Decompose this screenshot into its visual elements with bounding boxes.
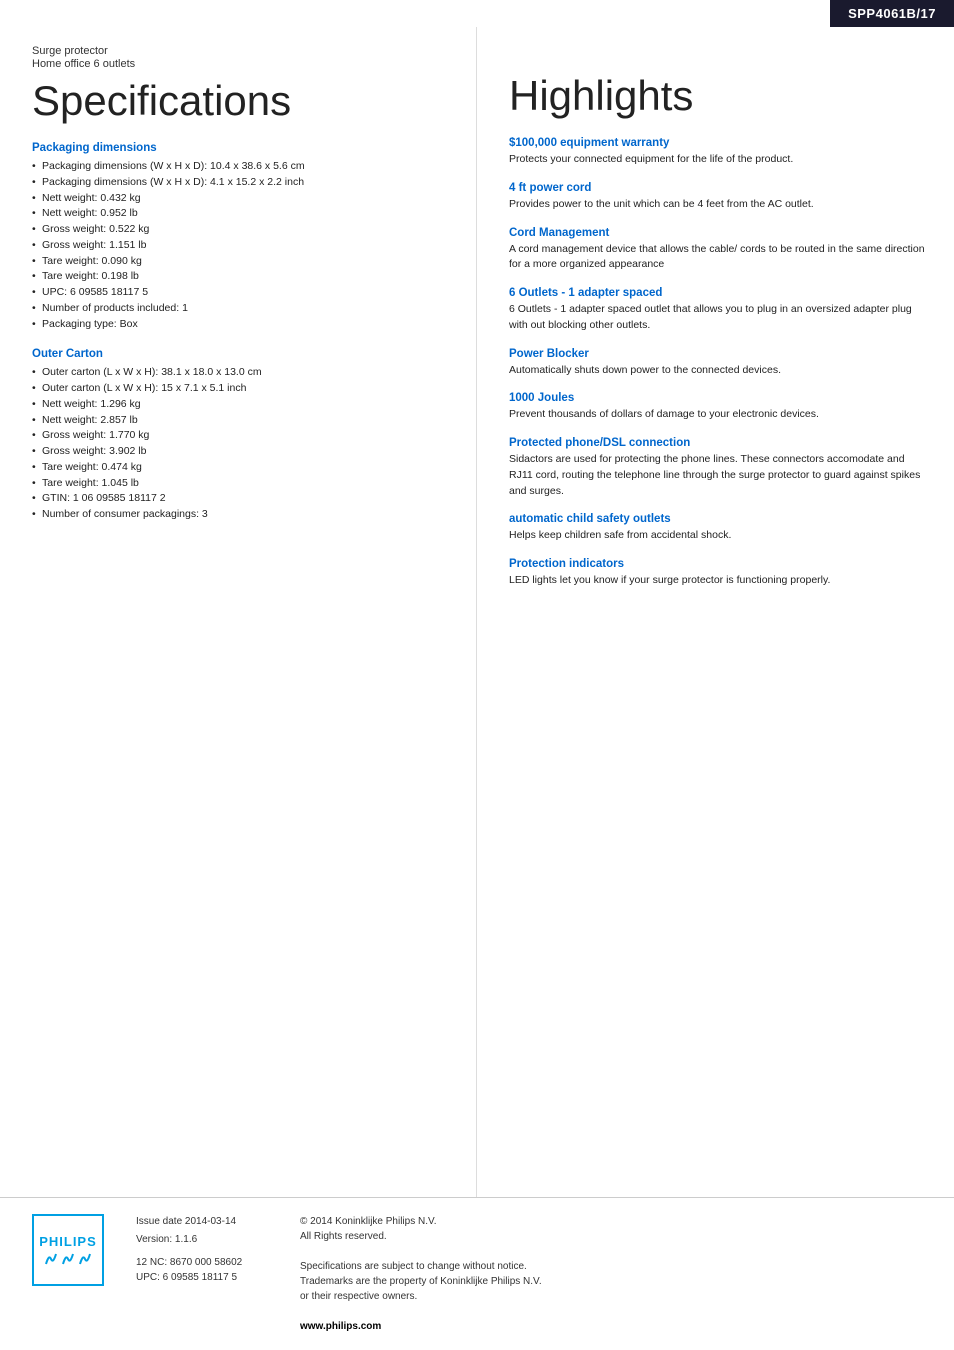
- spec-section-title-packaging: Packaging dimensions: [32, 142, 452, 154]
- right-column: Highlights $100,000 equipment warranty Pr…: [477, 27, 954, 1197]
- header-bar: SPP4061B/17: [0, 0, 954, 27]
- highlight-title: automatic child safety outlets: [509, 513, 930, 525]
- spec-section-packaging: Packaging dimensions Packaging dimension…: [32, 142, 452, 332]
- footer-meta: Issue date 2014-03-14 Version: 1.1.6 12 …: [136, 1214, 276, 1285]
- product-category: Surge protector: [32, 45, 452, 57]
- upc-value: UPC: 6 09585 18117 5: [136, 1270, 276, 1285]
- list-item: Tare weight: 0.474 kg: [32, 460, 452, 476]
- highlight-item: Power Blocker Automatically shuts down po…: [509, 348, 930, 379]
- footer-legal3: or their respective owners.: [300, 1289, 542, 1304]
- list-item: Nett weight: 0.952 lb: [32, 206, 452, 222]
- highlight-item: automatic child safety outlets Helps keep…: [509, 513, 930, 544]
- highlight-item: 6 Outlets - 1 adapter spaced 6 Outlets - …: [509, 287, 930, 334]
- list-item: Gross weight: 0.522 kg: [32, 222, 452, 238]
- highlight-item: $100,000 equipment warranty Protects your…: [509, 137, 930, 168]
- highlight-title: Cord Management: [509, 227, 930, 239]
- page: SPP4061B/17 Surge protector Home office …: [0, 0, 954, 1350]
- footer-legal2: Trademarks are the property of Koninklij…: [300, 1274, 542, 1289]
- footer-copyright: © 2014 Koninklijke Philips N.V.: [300, 1214, 542, 1229]
- philips-logo: PHILIPS: [32, 1214, 112, 1286]
- highlight-item: Protection indicators LED lights let you …: [509, 558, 930, 589]
- highlight-desc: 6 Outlets - 1 adapter spaced outlet that…: [509, 302, 930, 334]
- logo-waves: [44, 1252, 92, 1266]
- list-item: Gross weight: 3.902 lb: [32, 444, 452, 460]
- highlight-desc: Prevent thousands of dollars of damage t…: [509, 407, 930, 423]
- logo-box: PHILIPS: [32, 1214, 104, 1286]
- footer-rights: All Rights reserved.: [300, 1229, 542, 1244]
- highlight-desc: Sidactors are used for protecting the ph…: [509, 452, 930, 499]
- highlights-title: Highlights: [509, 73, 930, 119]
- spec-list-packaging: Packaging dimensions (W x H x D): 10.4 x…: [32, 159, 452, 332]
- footer-issue-date: Issue date 2014-03-14: [136, 1214, 276, 1229]
- highlight-title: Protection indicators: [509, 558, 930, 570]
- list-item: Tare weight: 0.198 lb: [32, 269, 452, 285]
- main-content: Surge protector Home office 6 outlets Sp…: [0, 27, 954, 1197]
- list-item: Nett weight: 0.432 kg: [32, 191, 452, 207]
- spec-section-outer-carton: Outer Carton Outer carton (L x W x H): 3…: [32, 348, 452, 523]
- version-label: Version:: [136, 1234, 175, 1245]
- list-item: Gross weight: 1.770 kg: [32, 428, 452, 444]
- nc-value: 12 NC: 8670 000 58602: [136, 1255, 276, 1270]
- highlight-desc: Helps keep children safe from accidental…: [509, 528, 930, 544]
- highlight-title: $100,000 equipment warranty: [509, 137, 930, 149]
- issue-date-value: 2014-03-14: [185, 1216, 236, 1227]
- footer-version: Version: 1.1.6: [136, 1232, 276, 1247]
- list-item: Nett weight: 2.857 lb: [32, 413, 452, 429]
- highlight-desc: Automatically shuts down power to the co…: [509, 363, 930, 379]
- version-value: 1.1.6: [175, 1234, 197, 1245]
- highlight-title: 6 Outlets - 1 adapter spaced: [509, 287, 930, 299]
- highlights-list: $100,000 equipment warranty Protects your…: [509, 137, 930, 589]
- highlight-item: 1000 Joules Prevent thousands of dollars …: [509, 392, 930, 423]
- list-item: Tare weight: 1.045 lb: [32, 476, 452, 492]
- logo-text: PHILIPS: [39, 1234, 97, 1250]
- footer-website: www.philips.com: [300, 1319, 542, 1334]
- list-item: Number of consumer packagings: 3: [32, 507, 452, 523]
- list-item: UPC: 6 09585 18117 5: [32, 285, 452, 301]
- highlight-title: Protected phone/DSL connection: [509, 437, 930, 449]
- logo-wave-1: [44, 1252, 58, 1266]
- issue-date-label: Issue date: [136, 1216, 185, 1227]
- highlight-desc: A cord management device that allows the…: [509, 242, 930, 274]
- footer-legal: © 2014 Koninklijke Philips N.V. All Righ…: [300, 1214, 542, 1334]
- left-column: Surge protector Home office 6 outlets Sp…: [0, 27, 477, 1197]
- list-item: Tare weight: 0.090 kg: [32, 254, 452, 270]
- specs-title: Specifications: [32, 78, 452, 124]
- list-item: Gross weight: 1.151 lb: [32, 238, 452, 254]
- footer-nc: 12 NC: 8670 000 58602 UPC: 6 09585 18117…: [136, 1255, 276, 1285]
- footer: PHILIPS Issue date 2014-03-14 Version: 1…: [0, 1197, 954, 1350]
- list-item: Outer carton (L x W x H): 15 x 7.1 x 5.1…: [32, 381, 452, 397]
- list-item: Packaging dimensions (W x H x D): 4.1 x …: [32, 175, 452, 191]
- highlight-item: 4 ft power cord Provides power to the uni…: [509, 182, 930, 213]
- highlight-item: Cord Management A cord management device …: [509, 227, 930, 274]
- list-item: Nett weight: 1.296 kg: [32, 397, 452, 413]
- product-subtitle: Home office 6 outlets: [32, 58, 452, 70]
- list-item: GTIN: 1 06 09585 18117 2: [32, 491, 452, 507]
- footer-legal1: Specifications are subject to change wit…: [300, 1259, 542, 1274]
- logo-wave-2: [61, 1252, 75, 1266]
- highlight-desc: LED lights let you know if your surge pr…: [509, 573, 930, 589]
- list-item: Outer carton (L x W x H): 38.1 x 18.0 x …: [32, 365, 452, 381]
- highlight-desc: Protects your connected equipment for th…: [509, 152, 930, 168]
- highlight-item: Protected phone/DSL connection Sidactors …: [509, 437, 930, 499]
- list-item: Number of products included: 1: [32, 301, 452, 317]
- list-item: Packaging type: Box: [32, 317, 452, 333]
- logo-wave-3: [78, 1252, 92, 1266]
- highlight-title: 4 ft power cord: [509, 182, 930, 194]
- highlight-desc: Provides power to the unit which can be …: [509, 197, 930, 213]
- spec-section-title-outer-carton: Outer Carton: [32, 348, 452, 360]
- highlight-title: Power Blocker: [509, 348, 930, 360]
- list-item: Packaging dimensions (W x H x D): 10.4 x…: [32, 159, 452, 175]
- model-badge: SPP4061B/17: [830, 0, 954, 27]
- highlight-title: 1000 Joules: [509, 392, 930, 404]
- spec-list-outer-carton: Outer carton (L x W x H): 38.1 x 18.0 x …: [32, 365, 452, 523]
